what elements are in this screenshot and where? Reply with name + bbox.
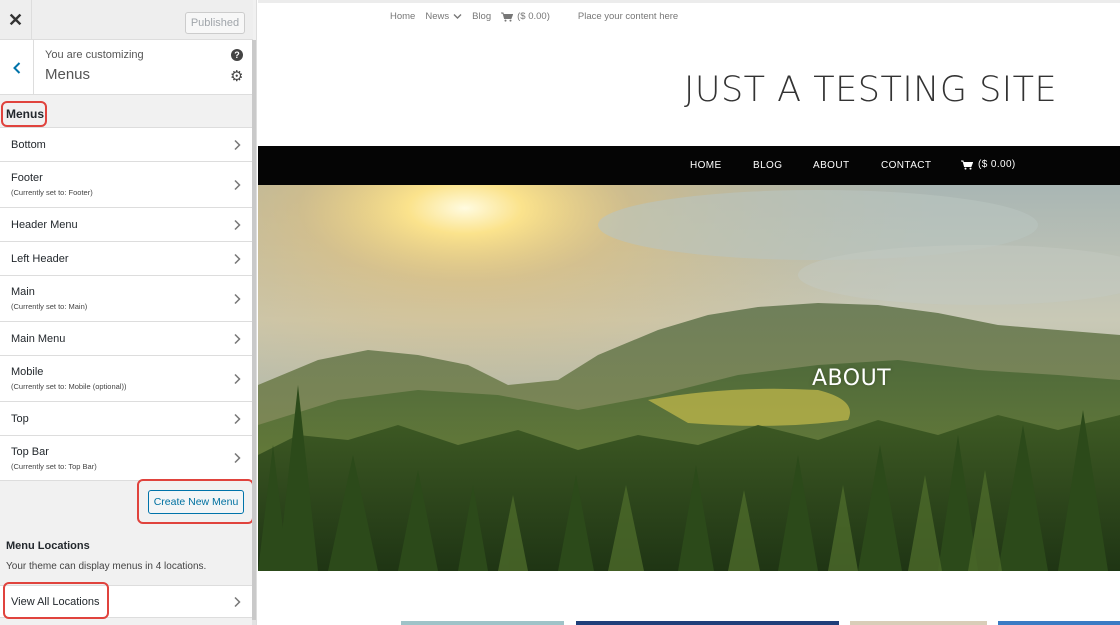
site-title[interactable]: JUST A TESTING SITE <box>684 70 1057 110</box>
topnav-cart[interactable]: ($ 0.00) <box>501 11 560 22</box>
topnav-cart-total: ($ 0.00) <box>517 11 550 22</box>
menu-item-label: Main <box>11 286 35 298</box>
menu-item-top-bar[interactable]: Top Bar (Currently set to: Top Bar) <box>0 435 253 481</box>
help-icon[interactable]: ? <box>231 49 243 61</box>
chevron-right-icon <box>234 333 241 344</box>
mainnav-contact[interactable]: CONTACT <box>881 160 931 171</box>
mainnav-about[interactable]: ABOUT <box>813 160 849 171</box>
highlight-view-all <box>3 582 109 619</box>
menu-item-main-menu[interactable]: Main Menu <box>0 321 253 355</box>
content-thumbnails <box>258 621 1120 625</box>
mainnav-cart-total: ($ 0.00) <box>978 159 1016 170</box>
gear-icon[interactable]: ⚙ <box>230 69 243 84</box>
topnav-blog-link[interactable]: Blog <box>472 11 491 22</box>
cart-icon <box>961 160 973 170</box>
sidebar-topbar: ✕ Published <box>0 0 253 40</box>
cart-icon <box>501 12 514 22</box>
sidebar-scrollbar-thumb[interactable] <box>252 40 256 620</box>
hero-landscape-image <box>258 185 1120 571</box>
chevron-right-icon <box>234 219 241 230</box>
highlight-menus-heading <box>1 101 47 127</box>
close-icon: ✕ <box>7 9 24 30</box>
menu-item-location: (Currently set to: Top Bar) <box>11 462 97 471</box>
chevron-down-icon <box>453 14 462 19</box>
hero-title: ABOUT <box>812 366 892 391</box>
mainnav-blog[interactable]: BLOG <box>753 160 782 171</box>
menu-item-top[interactable]: Top <box>0 401 253 435</box>
menu-locations-heading: Menu Locations <box>6 540 90 552</box>
preview-top-border <box>258 0 1120 3</box>
menu-item-header-menu[interactable]: Header Menu <box>0 207 253 241</box>
chevron-right-icon <box>234 452 241 464</box>
thumbnail-3[interactable] <box>850 621 987 625</box>
chevron-right-icon <box>234 373 241 384</box>
topnav-news-link[interactable]: News <box>425 11 462 22</box>
hero-banner: ABOUT <box>258 185 1120 571</box>
menu-item-footer[interactable]: Footer (Currently set to: Footer) <box>0 161 253 207</box>
chevron-right-icon <box>234 253 241 264</box>
topnav-placeholder-text: Place your content here <box>577 11 679 22</box>
thumbnail-2[interactable] <box>576 621 839 625</box>
menu-item-location: (Currently set to: Mobile (optional)) <box>11 382 127 391</box>
menu-item-bottom[interactable]: Bottom <box>0 127 253 161</box>
menu-item-label: Mobile <box>11 366 44 378</box>
chevron-right-icon <box>234 179 241 190</box>
menu-item-mobile[interactable]: Mobile (Currently set to: Mobile (option… <box>0 355 253 401</box>
topnav-news-label: News <box>425 11 450 22</box>
highlight-create-button <box>137 479 254 524</box>
chevron-right-icon <box>234 139 241 150</box>
menu-item-label: Bottom <box>11 139 46 151</box>
site-preview: Home News Blog ($ 0.00) Place your conte… <box>258 0 1120 625</box>
chevron-left-icon <box>12 61 20 74</box>
published-button[interactable]: Published <box>185 12 245 34</box>
menu-list: Bottom Footer (Currently set to: Footer)… <box>0 127 253 481</box>
chevron-right-icon <box>234 413 241 424</box>
menu-item-label: Left Header <box>11 253 69 265</box>
thumbnail-4[interactable] <box>998 621 1120 625</box>
section-title: Menus <box>45 66 91 83</box>
mainnav-cart[interactable]: ($ 0.00) <box>961 159 1016 170</box>
menu-locations-description: Your theme can display menus in 4 locati… <box>6 561 207 572</box>
chevron-right-icon <box>234 596 241 608</box>
top-navigation: Home News Blog ($ 0.00) Place your conte… <box>390 11 688 22</box>
thumbnail-1[interactable] <box>401 621 564 625</box>
app-window: ✕ Published You are customizing Menus ? … <box>0 0 1120 625</box>
close-button[interactable]: ✕ <box>0 0 32 40</box>
menu-item-label: Top Bar <box>11 446 49 458</box>
menu-item-left-header[interactable]: Left Header <box>0 241 253 275</box>
menu-item-location: (Currently set to: Footer) <box>11 188 93 197</box>
customizing-label: You are customizing <box>45 49 144 61</box>
back-button[interactable] <box>0 40 34 95</box>
customizer-sidebar: ✕ Published You are customizing Menus ? … <box>0 0 257 625</box>
menu-item-label: Main Menu <box>11 333 66 345</box>
menu-item-label: Header Menu <box>11 219 78 231</box>
main-navigation: HOME BLOG ABOUT CONTACT ($ 0.00) <box>258 146 1120 185</box>
chevron-right-icon <box>234 293 241 304</box>
topnav-home-link[interactable]: Home <box>390 11 415 22</box>
menu-item-location: (Currently set to: Main) <box>11 302 88 311</box>
menu-item-label: Footer <box>11 172 43 184</box>
menu-item-label: Top <box>11 413 29 425</box>
section-header: You are customizing Menus ? ⚙ <box>0 40 253 95</box>
menu-item-main[interactable]: Main (Currently set to: Main) <box>0 275 253 321</box>
mainnav-home[interactable]: HOME <box>690 160 722 171</box>
